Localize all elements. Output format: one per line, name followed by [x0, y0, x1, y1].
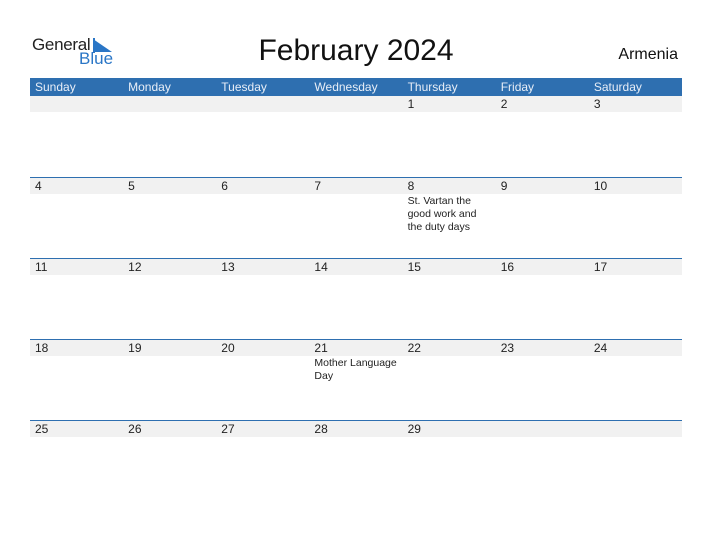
day-number: 1: [407, 97, 415, 111]
holiday-event: St. Vartan the good work and the duty da…: [407, 195, 477, 233]
calendar-grid: Sunday Monday Tuesday Wednesday Thursday…: [30, 78, 682, 501]
day-number: 14: [314, 260, 328, 274]
holiday-event: [496, 437, 589, 438]
day-number: 11: [35, 260, 48, 274]
holiday-event: [309, 275, 402, 276]
weekday-saturday: Saturday: [593, 80, 642, 94]
holiday-event: [496, 356, 589, 383]
day-number: 5: [128, 179, 135, 193]
holiday-event: [403, 112, 496, 113]
day-number: 10: [593, 179, 608, 193]
week-row: 1 2 3: [30, 96, 682, 177]
day-number: 15: [407, 260, 421, 274]
holiday-event: [403, 356, 496, 383]
events-row: St. Vartan the good work and the duty da…: [30, 194, 682, 234]
day-number: 2: [500, 97, 508, 111]
day-number: [589, 421, 682, 437]
holiday-event: [216, 194, 309, 234]
day-number: 17: [593, 260, 608, 274]
holiday-event: [589, 437, 682, 438]
holiday-event: [403, 437, 496, 438]
week-row: 25 26 27 28 29: [30, 420, 682, 501]
holiday-event: [589, 356, 682, 383]
holiday-event: [589, 275, 682, 276]
holiday-event: [123, 437, 216, 438]
day-number: 6: [221, 179, 228, 193]
holiday-event: [309, 194, 402, 234]
day-number: 23: [500, 341, 515, 355]
day-number: 20: [221, 341, 235, 355]
day-number: [123, 96, 216, 112]
day-number: 24: [593, 341, 608, 355]
holiday-event: [30, 356, 123, 383]
holiday-event: [123, 194, 216, 234]
holiday-event: [30, 275, 123, 276]
day-number: [30, 96, 123, 112]
weekday-friday: Friday: [500, 80, 535, 94]
date-number-row: 11 12 13 14 15 16 17: [30, 259, 682, 275]
date-number-row: 1 2 3: [30, 96, 682, 112]
day-number: 18: [35, 341, 49, 355]
day-number: 27: [221, 422, 235, 436]
weekday-sunday: Sunday: [35, 80, 76, 94]
day-number: 19: [128, 341, 142, 355]
holiday-event: [216, 437, 309, 438]
holiday-event: [403, 275, 496, 276]
day-number: [216, 96, 309, 112]
day-number: 26: [128, 422, 142, 436]
weekday-header: Sunday Monday Tuesday Wednesday Thursday…: [30, 78, 682, 96]
weekday-wednesday: Wednesday: [314, 80, 378, 94]
events-row: Mother Language Day: [30, 356, 682, 383]
week-row: 11 12 13 14 15 16 17: [30, 258, 682, 339]
day-number: 7: [314, 179, 322, 193]
events-row: [30, 437, 682, 438]
week-row: 4 5 6 7 8 9 10 St. Vartan the good work and the…: [30, 177, 682, 258]
day-number: 8: [407, 179, 415, 193]
holiday-event: [496, 112, 589, 113]
holiday-event: [30, 194, 123, 234]
holiday-event: [589, 112, 682, 113]
country-label: Armenia: [618, 46, 678, 63]
holiday-event: [216, 275, 309, 276]
holiday-event: [216, 356, 309, 383]
weekday-monday: Monday: [128, 80, 171, 94]
holiday-event: [496, 275, 589, 276]
week-row: 18 19 20 21 22 23 24 Mother Language Day: [30, 339, 682, 420]
day-number: [309, 96, 402, 112]
day-number: 3: [593, 97, 601, 111]
day-number: 9: [500, 179, 508, 193]
day-number: [496, 421, 589, 437]
date-number-row: 18 19 20 21 22 23 24: [30, 340, 682, 356]
day-number: 13: [221, 260, 235, 274]
weeks-container: 1 2 3 4 5 6 7 8 9 10 St. Vartan the good work and …: [30, 96, 682, 501]
holiday-event: [30, 437, 123, 438]
day-number: 22: [407, 341, 421, 355]
holiday-event: [123, 356, 216, 383]
day-number: 21: [314, 341, 328, 355]
calendar-title: February 2024: [258, 34, 454, 67]
events-row: [30, 112, 682, 113]
day-number: 4: [35, 179, 42, 193]
events-row: [30, 275, 682, 276]
day-number: 28: [314, 422, 328, 436]
weekday-tuesday: Tuesday: [221, 80, 267, 94]
holiday-event: [309, 112, 402, 113]
holiday-event: [309, 437, 402, 438]
holiday-event: [123, 112, 216, 113]
holiday-event: [216, 112, 309, 113]
holiday-event: [123, 275, 216, 276]
day-number: 16: [500, 260, 515, 274]
holiday-event: [589, 194, 682, 234]
day-number: 25: [35, 422, 49, 436]
holiday-event: Mother Language Day: [314, 357, 397, 382]
holiday-event: [496, 194, 589, 234]
date-number-row: 25 26 27 28 29: [30, 421, 682, 437]
day-number: 12: [128, 260, 142, 274]
date-number-row: 4 5 6 7 8 9 10: [30, 178, 682, 194]
holiday-event: [30, 112, 123, 113]
day-number: 29: [407, 422, 421, 436]
weekday-thursday: Thursday: [407, 80, 458, 94]
